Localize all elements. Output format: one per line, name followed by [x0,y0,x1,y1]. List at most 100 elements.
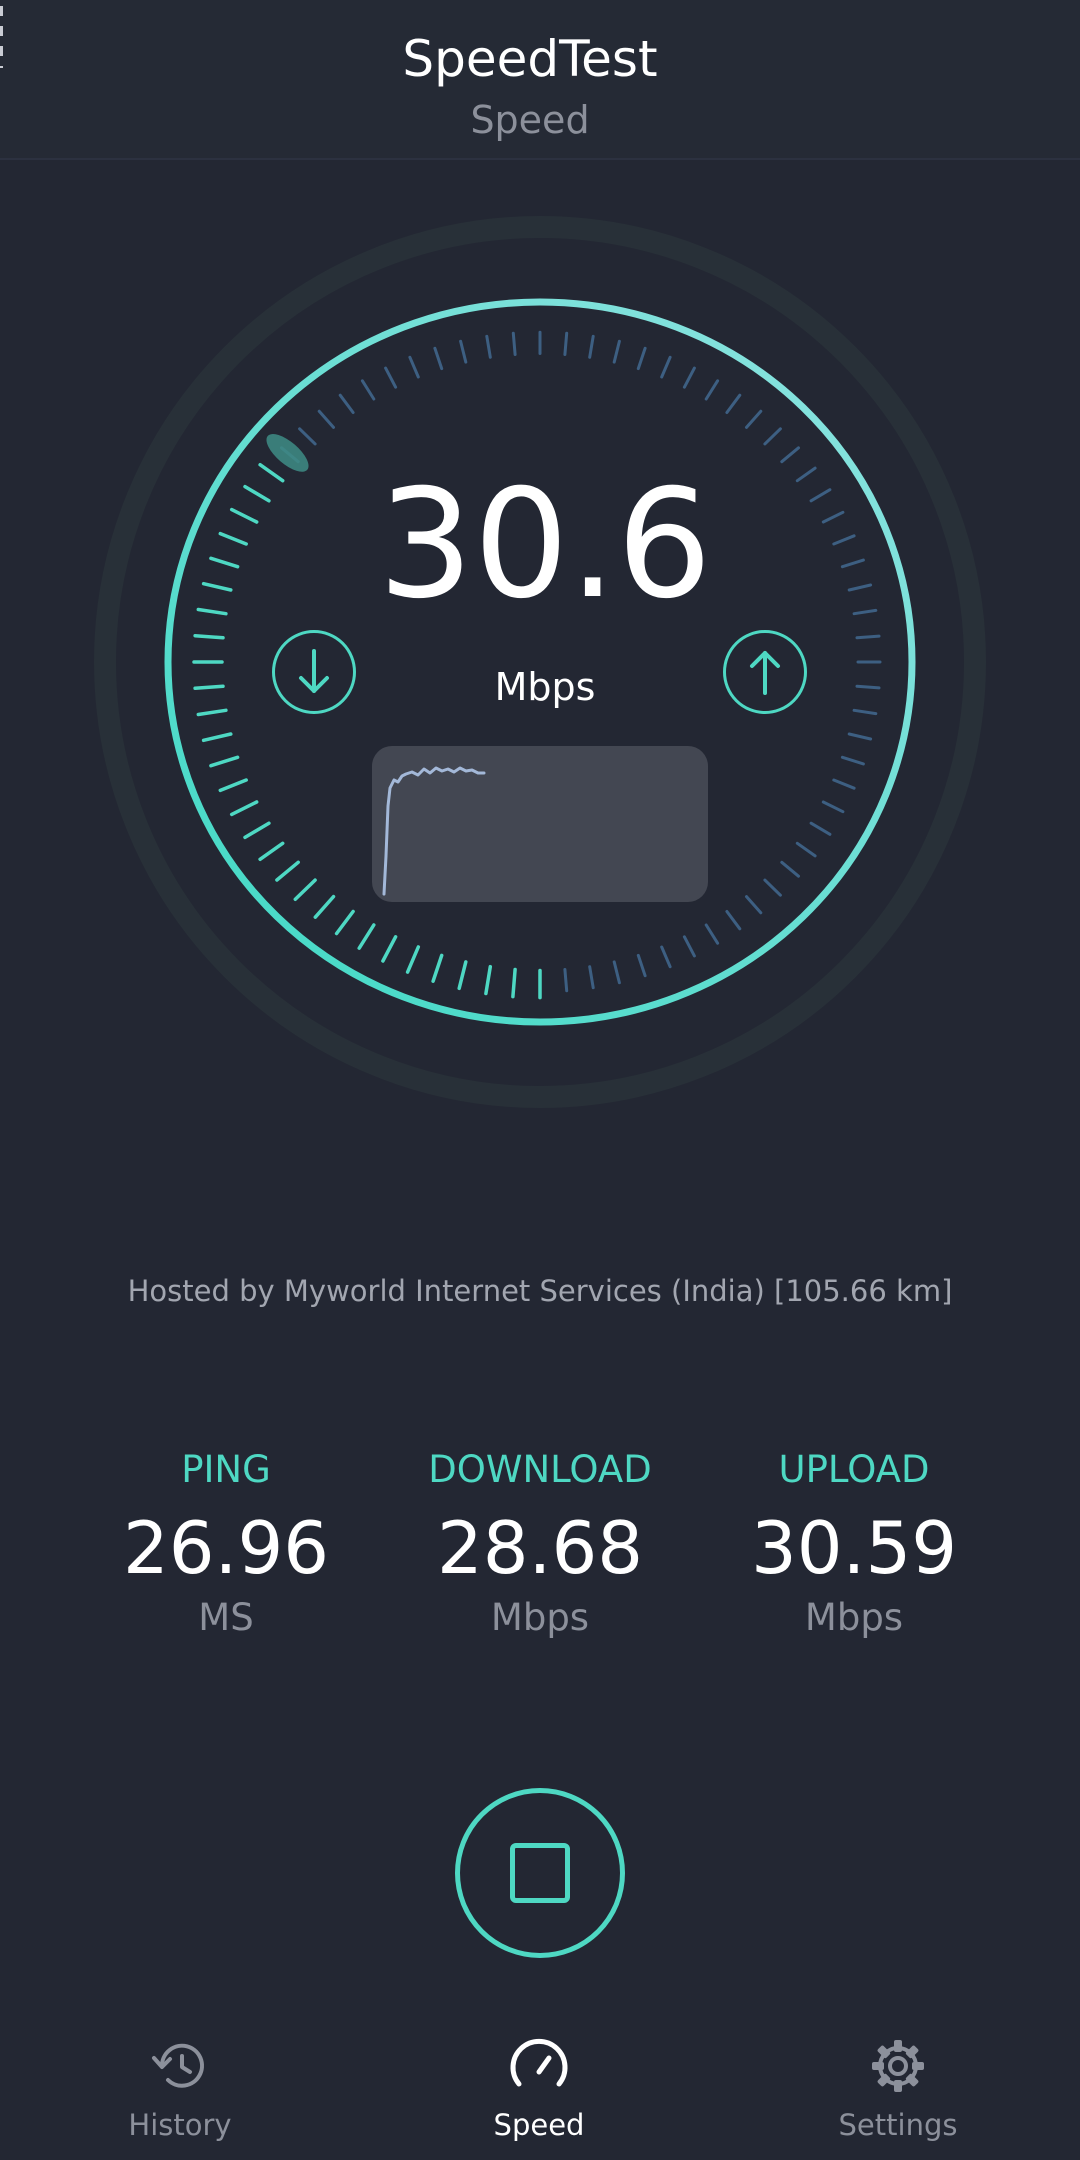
upload-stat: UPLOAD 30.59 Mbps [704,1448,1004,1639]
gauge-tick [360,379,376,401]
gauge-tick [317,409,335,429]
gauge-tick-active [196,708,228,717]
speed-graph [372,746,708,902]
upload-unit: Mbps [804,1596,904,1639]
gauge-tick [832,534,856,546]
gauge-tick [588,965,595,990]
gauge-tick-active [209,556,240,569]
stop-icon [510,1843,570,1903]
gauge-tick-active [229,507,259,524]
gauge-tick [855,634,881,640]
gauge-tick [745,895,763,915]
gauge-tick [832,778,856,790]
upload-value: 30.59 [750,1506,958,1590]
gauge-tick [780,860,800,878]
ping-stat: PING 26.96 MS [76,1448,376,1639]
gauge-tick [408,355,420,379]
outer-halo-ring [94,216,986,1108]
arrow-up-icon [750,651,780,695]
server-info: Hosted by Myworld Internet Services (Ind… [127,1274,953,1308]
gauge-tick [745,409,763,429]
gauge-tick-active [193,633,225,640]
gauge-tick-active [229,800,259,817]
gauge-tick [682,935,696,958]
gauge-dial [94,216,986,1108]
gauge-tick-active [293,878,317,902]
gauge-tick [636,953,647,978]
gauge-tick [298,427,317,446]
gauge-tick [511,331,517,356]
nav-item-speed[interactable]: Speed [439,2020,639,2142]
download-unit: Mbps [490,1596,590,1639]
gauge-tick [612,960,621,985]
gauge-tick-active [334,909,355,936]
gauge-tick [459,339,468,364]
gauge-tick [636,346,647,371]
gauge-tick-active [196,607,228,616]
gauge-tick-active [258,841,285,862]
gauge-tick-active [201,581,233,592]
gauge-tick-active [201,732,233,743]
gauge-tick [840,755,865,766]
nav-label-history: History [128,2108,232,2142]
gauge-tick [795,841,817,858]
gauge-tick [855,684,881,690]
ping-value: 26.96 [122,1506,330,1590]
current-speed-unit: Mbps [494,665,596,709]
gauge-tick [852,608,878,616]
gauge-tick [660,945,672,969]
gauge-tick [660,355,672,379]
gauge-tick-active [457,960,468,991]
gauge-tick-active [218,778,248,793]
speed-gauge: 30.6 Mbps [0,160,1080,1160]
download-value: 28.68 [436,1506,644,1590]
gauge-tick-active [258,462,285,483]
gauge-tick-active [209,755,240,768]
gauge-tick-active [243,821,271,840]
upload-indicator [723,630,807,714]
gauge-tick [809,488,832,503]
gauge-tick-active [484,964,493,996]
gauge-tick-active [431,953,444,983]
arrow-down-icon [299,649,329,693]
gauge-tick [704,379,720,401]
gauge-tick [763,427,782,446]
gauge-tick [433,346,444,371]
page-subtitle: Speed [470,98,590,142]
gauge-tick [563,968,569,993]
download-label: DOWNLOAD [428,1448,652,1491]
gauge-tick [847,732,873,741]
gauge-tick-active [193,684,225,691]
gauge-tick [821,800,845,814]
gauge-tick-active [275,860,300,882]
gauge-tick [704,923,720,945]
gauge-tick-active [511,967,517,999]
speedometer-icon [510,2038,568,2087]
gauge-tick [338,393,355,414]
gauge-tick [780,446,800,464]
app-header: SpeedTest Speed [0,0,1080,160]
download-stat: DOWNLOAD 28.68 Mbps [390,1448,690,1639]
gauge-tick [725,910,742,931]
gauge-tick [682,366,696,389]
bottom-navigation: History Speed Settings [0,2020,1080,2160]
gauge-tick [821,510,845,524]
gear-icon [872,2040,924,2092]
gauge-tick [847,583,873,592]
ping-unit: MS [198,1596,254,1639]
speed-graph-line [382,766,486,896]
gauge-tick-active [381,935,398,963]
gauge-tick [809,821,832,836]
gauge-tick-active [218,531,248,546]
current-speed-value: 30.6 [378,458,712,632]
nav-item-history[interactable]: History [80,2020,280,2142]
nav-label-settings: Settings [838,2108,958,2142]
gauge-tick-active [313,894,336,919]
gauge-tick [795,466,817,483]
gauge-tick-active [357,923,376,950]
stop-button[interactable] [455,1788,625,1958]
download-indicator [272,630,356,714]
nav-item-settings[interactable]: Settings [798,2020,998,2142]
gauge-tick [763,878,782,897]
gauge-tick [563,331,569,356]
